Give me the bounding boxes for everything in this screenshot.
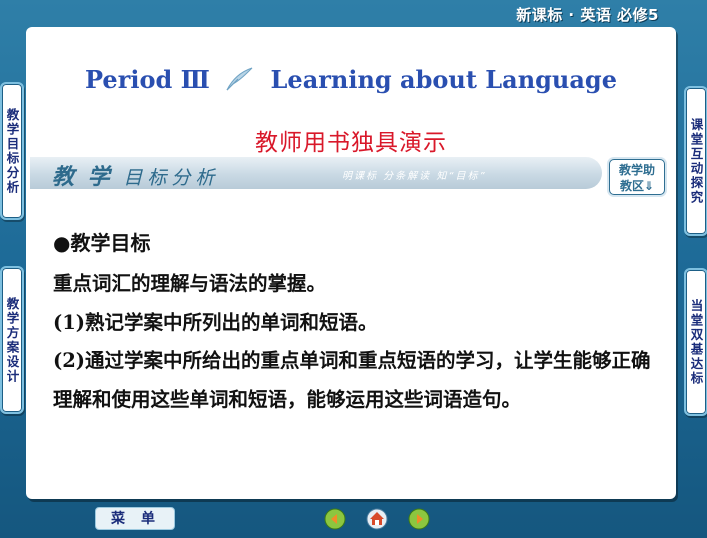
goal-heading: ●教学目标 bbox=[53, 231, 151, 255]
assist-line-2: 教区⇓ bbox=[619, 179, 655, 193]
home-icon[interactable] bbox=[366, 508, 388, 530]
content-card: Period Ⅲ Learning about Language 教师用书独具演… bbox=[26, 27, 676, 499]
banner-title-light: 目标分析 bbox=[123, 167, 220, 189]
tab-class-interaction[interactable]: 课堂互动探究 bbox=[684, 86, 707, 236]
lesson-title: Learning about Language bbox=[270, 65, 617, 94]
quill-icon bbox=[224, 66, 254, 98]
banner-title: 教 学 目标分析 bbox=[52, 159, 219, 191]
period-label: Period Ⅲ bbox=[85, 65, 210, 94]
banner-tagline: 明课标 分条解读 知“目标” bbox=[342, 171, 487, 182]
goal-line: (1)熟记学案中所列出的单词和短语。 bbox=[53, 310, 378, 334]
goal-line: 重点词汇的理解与语法的掌握。 bbox=[53, 272, 327, 295]
prev-icon[interactable] bbox=[324, 508, 346, 530]
tab-teaching-plan[interactable]: 教学方案设计 bbox=[0, 266, 24, 414]
goal-body: 重点词汇的理解与语法的掌握。 (1)熟记学案中所列出的单词和短语。 (2)通过学… bbox=[53, 265, 658, 419]
section-banner: 教 学 目标分析 明课标 分条解读 知“目标” bbox=[30, 157, 602, 191]
tab-practice[interactable]: 当堂双基达标 bbox=[684, 268, 707, 416]
next-icon[interactable] bbox=[408, 508, 430, 530]
menu-button[interactable]: 菜单 bbox=[95, 507, 175, 530]
goal-line: (2)通过学案中所给出的重点单词和重点短语的学习，让学生能够正确理解和使用这些单… bbox=[53, 349, 651, 411]
teacher-demo-subtitle: 教师用书独具演示 bbox=[255, 130, 447, 156]
assist-line-1: 教学助 bbox=[618, 163, 655, 177]
teaching-assist-button[interactable]: 教学助 教区⇓ bbox=[609, 159, 665, 195]
period-title: Period Ⅲ Learning about Language bbox=[26, 65, 676, 98]
banner-title-bold: 教 学 bbox=[52, 164, 113, 190]
header-strip: 新课标 · 英语 必修5 bbox=[0, 0, 707, 26]
slide-stage: 新课标 · 英语 必修5 教学目标分析 教学方案设计 课堂互动探究 当堂双基达标… bbox=[0, 0, 707, 538]
tab-teaching-goals[interactable]: 教学目标分析 bbox=[0, 82, 24, 220]
course-title: 新课标 · 英语 必修5 bbox=[516, 6, 659, 24]
